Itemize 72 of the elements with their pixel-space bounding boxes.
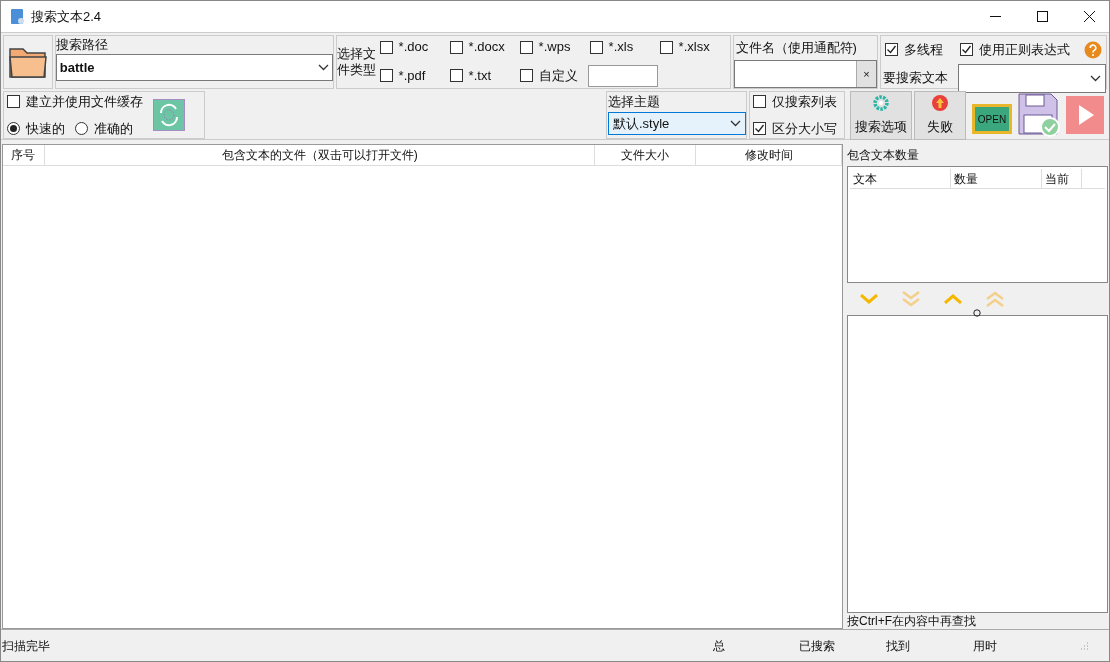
checkbox[interactable] — [379, 69, 393, 83]
window-title: 搜索文本2.4 — [31, 7, 102, 26]
status-text: 已搜索 — [798, 637, 836, 655]
search-text-label: 要搜索文本 — [883, 69, 949, 88]
checkbox-label: 使用正则表达式 — [979, 41, 1070, 59]
column-header[interactable]: 修改时间 — [696, 145, 842, 165]
status-text: 扫描完毕 — [1, 637, 51, 655]
caret-icon — [1090, 74, 1101, 82]
filename-label: 文件名（使用通配符) — [734, 39, 858, 57]
path-combobox[interactable]: battle — [55, 54, 333, 81]
column-header[interactable]: 包含文本的文件（双击可以打开文件) — [44, 145, 596, 165]
column-header[interactable]: 当前 — [1042, 169, 1082, 188]
search-text-combobox[interactable] — [958, 63, 1106, 93]
checkbox[interactable] — [449, 40, 463, 54]
checkbox-label: 多线程 — [904, 41, 943, 59]
column-header[interactable]: 文本 — [850, 169, 951, 188]
custom-type-field[interactable] — [587, 64, 658, 87]
checkbox-label: 仅搜索列表 — [772, 92, 837, 111]
checkbox[interactable] — [449, 69, 463, 83]
radio-label: 快速的 — [26, 119, 65, 138]
splitter-handle-icon[interactable] — [973, 309, 981, 317]
checkbox-label: *.txt — [468, 67, 491, 85]
arrow-up-circle-icon — [932, 94, 948, 111]
status-text: 找到 — [885, 637, 911, 655]
checkbox[interactable] — [753, 122, 766, 136]
maximize-icon[interactable] — [1037, 11, 1048, 22]
checkbox-label: *.doc — [398, 38, 429, 57]
checkbox-label: 自定义 — [538, 67, 578, 85]
theme-label: 选择主题 — [608, 93, 661, 111]
resize-grip-icon[interactable] — [1079, 640, 1089, 651]
checkbox[interactable] — [519, 69, 533, 83]
checkbox-label: *.xls — [608, 38, 634, 57]
search-options-button[interactable]: 搜索选项 — [850, 91, 912, 140]
checkbox-label: 建立并使用文件缓存 — [26, 93, 143, 111]
checkbox[interactable] — [379, 40, 393, 54]
checkbox[interactable] — [753, 94, 766, 108]
help-icon[interactable] — [1084, 40, 1102, 59]
close-icon[interactable] — [1084, 11, 1095, 22]
app-icon — [11, 8, 25, 25]
count-panel-title: 包含文本数量 — [847, 147, 920, 164]
checkbox[interactable] — [519, 40, 533, 54]
gear-icon — [873, 94, 889, 111]
column-header[interactable]: 文件大小 — [595, 145, 697, 165]
radio-button[interactable] — [75, 121, 88, 135]
checkbox-label: *.wps — [538, 38, 571, 57]
theme-combobox[interactable]: 默认.style — [608, 112, 746, 135]
caret-icon — [730, 120, 741, 127]
filename-field[interactable]: × — [733, 60, 877, 88]
status-text: 用时 — [973, 637, 998, 655]
minimize-icon[interactable] — [990, 15, 1001, 18]
checkbox[interactable] — [960, 43, 973, 57]
path-label: 搜索路径 — [55, 36, 109, 54]
checkbox-label: *.xlsx — [678, 38, 710, 57]
checkbox[interactable] — [589, 40, 603, 54]
radio-label: 准确的 — [94, 119, 133, 138]
caret-icon — [317, 64, 329, 71]
open-sign-icon[interactable]: OPEN — [972, 104, 1012, 134]
radio-button[interactable] — [7, 121, 20, 135]
clear-button[interactable]: × — [856, 61, 876, 87]
checkbox-label: *.pdf — [398, 67, 426, 85]
refresh-icon[interactable] — [153, 99, 185, 131]
checkbox-label: *.docx — [468, 38, 505, 57]
status-text: 总 — [712, 637, 726, 655]
checkbox[interactable] — [659, 40, 673, 54]
hint-text: 按Ctrl+F在内容中再查找 — [847, 613, 977, 629]
file-type-label: 选择文件类型 — [336, 46, 377, 78]
checkbox[interactable] — [7, 95, 20, 109]
column-header[interactable]: 序号 — [3, 145, 45, 165]
checkbox-label: 区分大小写 — [772, 120, 837, 138]
column-header[interactable]: 数量 — [951, 169, 1042, 188]
checkbox[interactable] — [885, 43, 898, 57]
failed-button[interactable]: 失败 — [914, 91, 966, 140]
